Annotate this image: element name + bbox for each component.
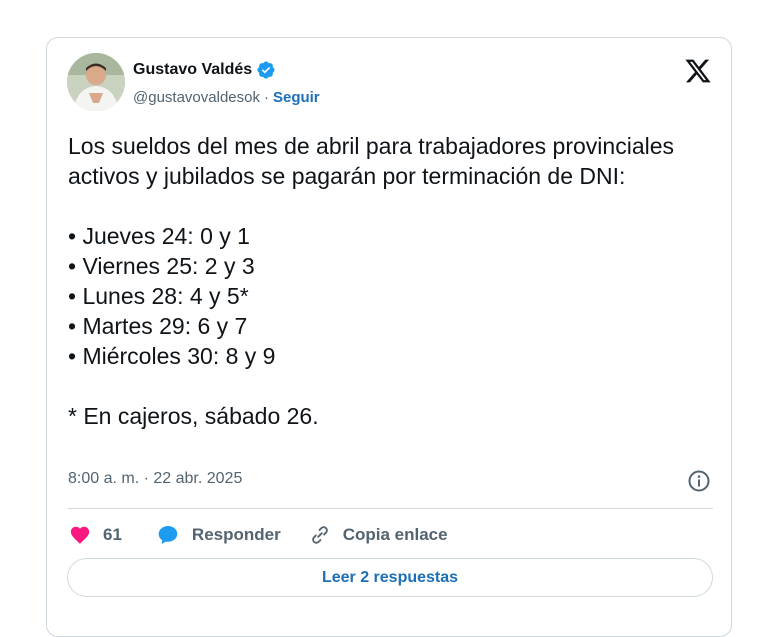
- like-count: 61: [103, 525, 122, 544]
- tweet-card: Gustavo Valdés @gustavovaldesok · Seguir…: [46, 37, 732, 637]
- copy-link-button[interactable]: Copia enlace: [309, 524, 448, 546]
- reply-bubble-icon: [158, 526, 178, 544]
- reply-label: Responder: [191, 525, 281, 544]
- read-replies-button[interactable]: Leer 2 respuestas: [67, 558, 713, 597]
- heart-icon: [70, 526, 90, 544]
- like-button[interactable]: 61: [69, 524, 122, 546]
- follow-button[interactable]: Seguir: [273, 89, 320, 106]
- avatar[interactable]: [67, 53, 125, 111]
- author-handle[interactable]: @gustavovaldesok: [133, 89, 260, 106]
- reply-button[interactable]: Responder: [156, 523, 281, 547]
- info-icon[interactable]: [687, 469, 711, 493]
- link-icon: [311, 526, 328, 544]
- tweet-timestamp[interactable]: 8:00 a. m. · 22 abr. 2025: [68, 470, 242, 488]
- tweet-text: Los sueldos del mes de abril para trabaj…: [68, 133, 675, 429]
- author-handle-row: @gustavovaldesok · Seguir: [133, 89, 320, 106]
- x-logo-icon[interactable]: [683, 57, 713, 85]
- author-name[interactable]: Gustavo Valdés: [133, 61, 252, 79]
- divider: [68, 508, 713, 509]
- verified-badge-icon: [257, 61, 275, 79]
- separator-dot: ·: [263, 89, 269, 106]
- avatar-image: [67, 53, 125, 111]
- author-name-row: Gustavo Valdés: [133, 60, 276, 80]
- action-bar: 61 Responder Copia enlace: [69, 520, 448, 550]
- copy-link-label: Copia enlace: [342, 525, 448, 544]
